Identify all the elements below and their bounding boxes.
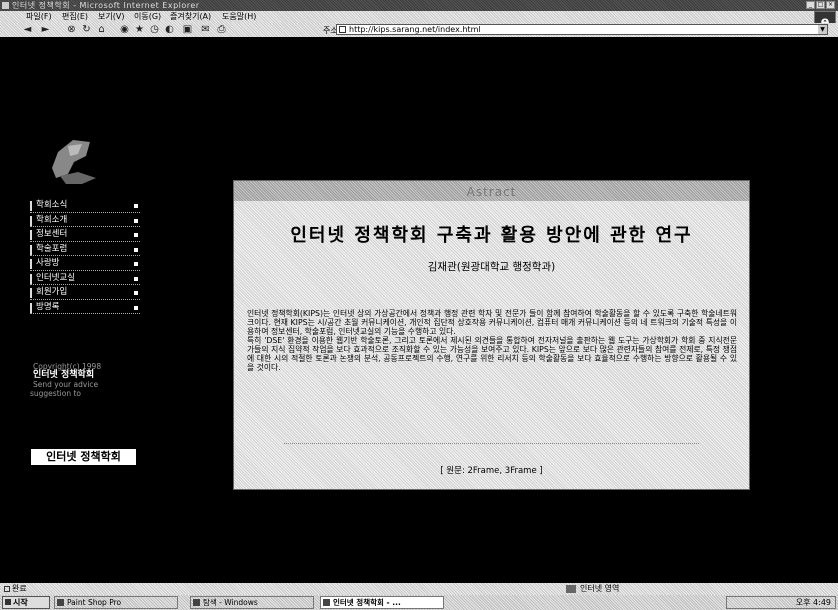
abstract-paragraph: 인터넷 정책학회(KIPS)는 인터넷 상의 가상공간에서 정책과 행정 관련 … <box>247 309 737 336</box>
society-stamp: 인터넷 정책학회 <box>31 449 136 465</box>
close-button[interactable]: × <box>826 1 835 9</box>
browser-window: 인터넷 정책학회 - Microsoft Internet Explorer _… <box>0 0 838 610</box>
task-paint-shop-pro[interactable]: Paint Shop Pro <box>54 596 178 609</box>
page-icon <box>339 26 346 33</box>
page-done-icon <box>4 586 10 592</box>
system-tray: 오후 4:49 <box>726 596 836 609</box>
sidebar-item-join[interactable]: 회원가입 <box>30 287 140 300</box>
forward-icon[interactable]: ► <box>40 24 51 35</box>
sidebar-item-info-center[interactable]: 정보센터 <box>30 229 140 242</box>
window-title: 인터넷 정책학회 - Microsoft Internet Explorer <box>12 1 200 10</box>
sidebar-item-guestbook[interactable]: 방명록 <box>30 301 140 314</box>
sidebar-item-label: 학술포럼 <box>36 243 68 254</box>
menu-go[interactable]: 이동(G) <box>134 11 161 23</box>
abstract-header-text: Astract <box>466 185 517 199</box>
start-button[interactable]: 시작 <box>2 596 50 609</box>
sidebar-item-forum[interactable]: 학술포럼 <box>30 243 140 256</box>
site-logo-icon <box>52 140 96 184</box>
sidebar-item-classroom[interactable]: 인터넷교실 <box>30 272 140 285</box>
task-internet-explorer[interactable]: 인터넷 정책학회 - ... <box>320 596 444 609</box>
window-controls: _ □ × <box>806 1 835 9</box>
address-bar[interactable]: http://kips.sarang.net/index.html ▼ <box>336 24 828 35</box>
taskbar: 시작 Paint Shop Pro 탐색 - Windows 인터넷 정책학회 … <box>0 595 838 610</box>
paper-title: 인터넷 정책학회 구축과 활용 방안에 관한 연구 <box>290 225 693 246</box>
history-icon[interactable]: ◷ <box>149 24 160 35</box>
ie-app-icon <box>2 2 9 9</box>
arrow-icon <box>134 305 138 310</box>
abstract-body: 인터넷 정책학회(KIPS)는 인터넷 상의 가상공간에서 정책과 행정 관련 … <box>247 309 737 372</box>
status-bar: 완료 인터넷 영역 <box>0 583 838 595</box>
fullscreen-icon[interactable]: ▣ <box>182 24 193 35</box>
suggestion-link[interactable]: suggestion to <box>30 389 101 398</box>
home-icon[interactable]: ⌂ <box>96 24 107 35</box>
sidebar-item-label: 학회소식 <box>36 200 68 210</box>
original-links[interactable]: [ 원문: 2Frame, 3Frame ] <box>234 464 749 476</box>
sidebar-item-news[interactable]: 학회소식 <box>30 200 140 213</box>
favorites-icon[interactable]: ★ <box>134 24 145 35</box>
paper-author: 김재관(원광대학교 행정학과) <box>427 261 556 273</box>
menu-view[interactable]: 보기(V) <box>98 11 124 23</box>
print-icon[interactable]: ⎙ <box>216 24 227 35</box>
task-explorer[interactable]: 탐색 - Windows <box>190 596 314 609</box>
menu-favorites[interactable]: 즐겨찾기(A) <box>170 11 211 23</box>
arrow-icon <box>134 262 138 266</box>
channels-icon[interactable]: ◐ <box>164 24 175 35</box>
arrow-icon <box>134 218 138 223</box>
arrow-icon <box>134 276 138 281</box>
menu-file[interactable]: 파일(F) <box>26 11 52 23</box>
sidebar-item-label: 인터넷교실 <box>36 272 76 283</box>
abstract-header: Astract <box>234 181 749 201</box>
menu-bar: 파일(F) 편집(E) 보기(V) 이동(G) 즐겨찾기(A) 도움말(H) <box>0 11 838 23</box>
title-bar: 인터넷 정책학회 - Microsoft Internet Explorer _… <box>0 0 838 11</box>
status-text: 완료 <box>12 584 27 593</box>
arrow-icon <box>134 204 138 208</box>
page-content: 학회소식 학회소개 정보센터 학술포럼 사랑방 인터넷교실 회원가입 방명록 C… <box>0 37 838 583</box>
refresh-icon[interactable]: ↻ <box>81 24 92 35</box>
security-zone: 인터넷 영역 <box>580 584 620 593</box>
copyright-note: Send your advice <box>33 380 99 389</box>
copyright-block: Copyright(c) 1998 인터넷 정책학회 Send your adv… <box>30 362 101 398</box>
sidebar-item-label: 정보센터 <box>36 229 68 239</box>
divider <box>284 443 699 444</box>
search-icon[interactable]: ◉ <box>119 24 130 35</box>
globe-icon <box>566 585 576 593</box>
menu-edit[interactable]: 편집(E) <box>62 11 88 23</box>
abstract-paragraph: 특히 'DSE' 환경을 이용한 웹기반 학술토론, 그리고 토론에서 제시된 … <box>247 336 737 372</box>
chevron-down-icon[interactable]: ▼ <box>818 25 827 34</box>
mail-icon[interactable]: ✉ <box>200 24 211 35</box>
address-url[interactable]: http://kips.sarang.net/index.html <box>349 25 481 35</box>
stop-icon[interactable]: ⊗ <box>66 24 77 35</box>
arrow-icon <box>134 291 138 295</box>
arrow-icon <box>134 247 138 252</box>
back-icon[interactable]: ◄ <box>22 24 33 35</box>
sidebar-item-label: 방명록 <box>36 301 60 312</box>
sidebar-item-label: 회원가입 <box>36 287 68 297</box>
minimize-button[interactable]: _ <box>806 1 815 9</box>
abstract-panel: Astract 인터넷 정책학회 구축과 활용 방안에 관한 연구 김재관(원광… <box>233 180 750 490</box>
arrow-icon <box>134 233 138 237</box>
copyright-org: 인터넷 정책학회 <box>33 370 95 380</box>
sidebar-item-label: 학회소개 <box>36 214 68 225</box>
maximize-button[interactable]: □ <box>816 1 825 9</box>
menu-help[interactable]: 도움말(H) <box>222 11 256 23</box>
sidebar-item-label: 사랑방 <box>36 258 60 268</box>
sidebar-nav: 학회소식 학회소개 정보센터 학술포럼 사랑방 인터넷교실 회원가입 방명록 <box>30 200 140 316</box>
clock: 오후 4:49 <box>795 598 831 607</box>
sidebar-item-about[interactable]: 학회소개 <box>30 214 140 227</box>
sidebar-item-lounge[interactable]: 사랑방 <box>30 258 140 271</box>
